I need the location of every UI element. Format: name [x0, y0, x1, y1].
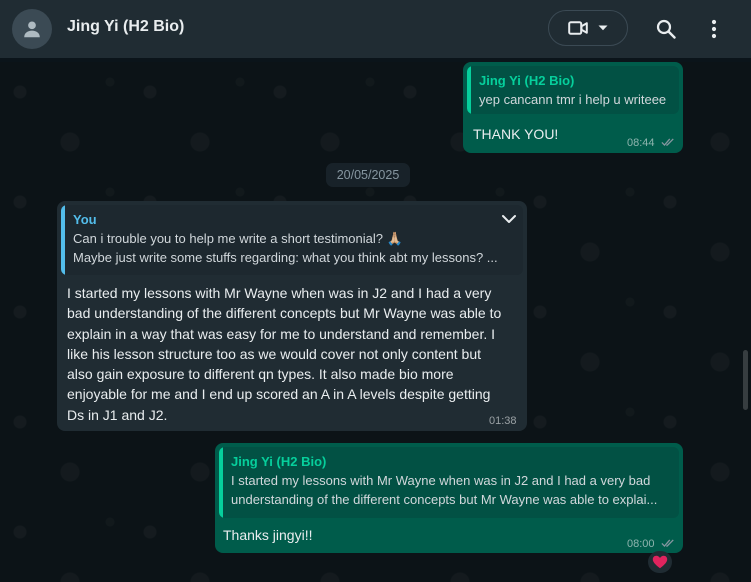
quote-text-line: Maybe just write some stuffs regarding: … — [73, 250, 498, 265]
message-time: 01:38 — [489, 415, 517, 427]
quote-text-line: Can i trouble you to help me write a sho… — [73, 231, 403, 246]
chat-header: Jing Yi (H2 Bio) — [0, 0, 751, 58]
message-text: I started my lessons with Mr Wayne when … — [67, 283, 523, 425]
heart-icon — [652, 555, 668, 569]
double-check-icon — [661, 539, 674, 548]
message-text: THANK YOU! — [473, 126, 559, 142]
quote-author: Jing Yi (H2 Bio) — [231, 454, 327, 469]
time-label: 08:44 — [627, 137, 655, 149]
message-text-line: Ds in J1 and J2. — [67, 406, 168, 423]
chevron-down-icon[interactable] — [598, 25, 608, 31]
quoted-message[interactable]: Jing Yi (H2 Bio) yep cancann tmr i help … — [467, 66, 679, 114]
message-bubble-outgoing[interactable]: Jing Yi (H2 Bio) yep cancann tmr i help … — [463, 62, 683, 153]
quote-text: yep cancann tmr i help u writeee — [479, 92, 667, 107]
message-time: 08:44 — [627, 134, 675, 153]
avatar[interactable] — [12, 9, 52, 49]
video-call-icon — [568, 21, 588, 35]
date-separator: 20/05/2025 — [326, 163, 410, 187]
message-options-button[interactable] — [501, 210, 517, 229]
contact-name[interactable]: Jing Yi (H2 Bio) — [67, 18, 184, 36]
message-bubble-outgoing[interactable]: Jing Yi (H2 Bio) I started my lessons wi… — [215, 443, 683, 553]
message-text-line: enjoyable for me and I end up scored an … — [67, 386, 491, 403]
message-text-line: I started my lessons with Mr Wayne when … — [67, 285, 492, 301]
search-button[interactable] — [654, 17, 678, 41]
message-text-line: explain in a way that was easy for me to… — [67, 325, 496, 342]
video-call-button[interactable] — [548, 10, 628, 46]
time-label: 08:00 — [627, 538, 655, 550]
person-icon — [24, 21, 40, 38]
quoted-message[interactable]: Jing Yi (H2 Bio) I started my lessons wi… — [219, 447, 679, 518]
message-bubble-incoming[interactable]: You Can i trouble you to help me write a… — [57, 201, 527, 431]
message-text-line: also gain exposure to different qn types… — [67, 366, 454, 383]
search-icon — [656, 19, 676, 39]
message-text-line: bad understanding of the different conce… — [67, 305, 502, 322]
message-text: Thanks jingyi!! — [223, 527, 313, 543]
quote-author: Jing Yi (H2 Bio) — [479, 73, 575, 88]
reaction-badge[interactable]: ❤️ — [648, 551, 672, 573]
chevron-down-icon — [502, 215, 516, 223]
quote-author: You — [73, 212, 97, 227]
double-check-icon — [661, 138, 674, 147]
kebab-menu-icon — [711, 19, 717, 39]
message-time: 08:00 — [627, 535, 675, 554]
quote-text-line: I started my lessons with Mr Wayne when … — [231, 473, 651, 488]
quoted-message[interactable]: You Can i trouble you to help me write a… — [61, 205, 523, 275]
chat-scrollbar[interactable] — [743, 350, 748, 410]
message-text-line: like his lesson structure too as we woul… — [67, 345, 481, 362]
menu-button[interactable] — [702, 17, 726, 41]
quote-text-line: understanding of the different concepts … — [231, 492, 658, 507]
